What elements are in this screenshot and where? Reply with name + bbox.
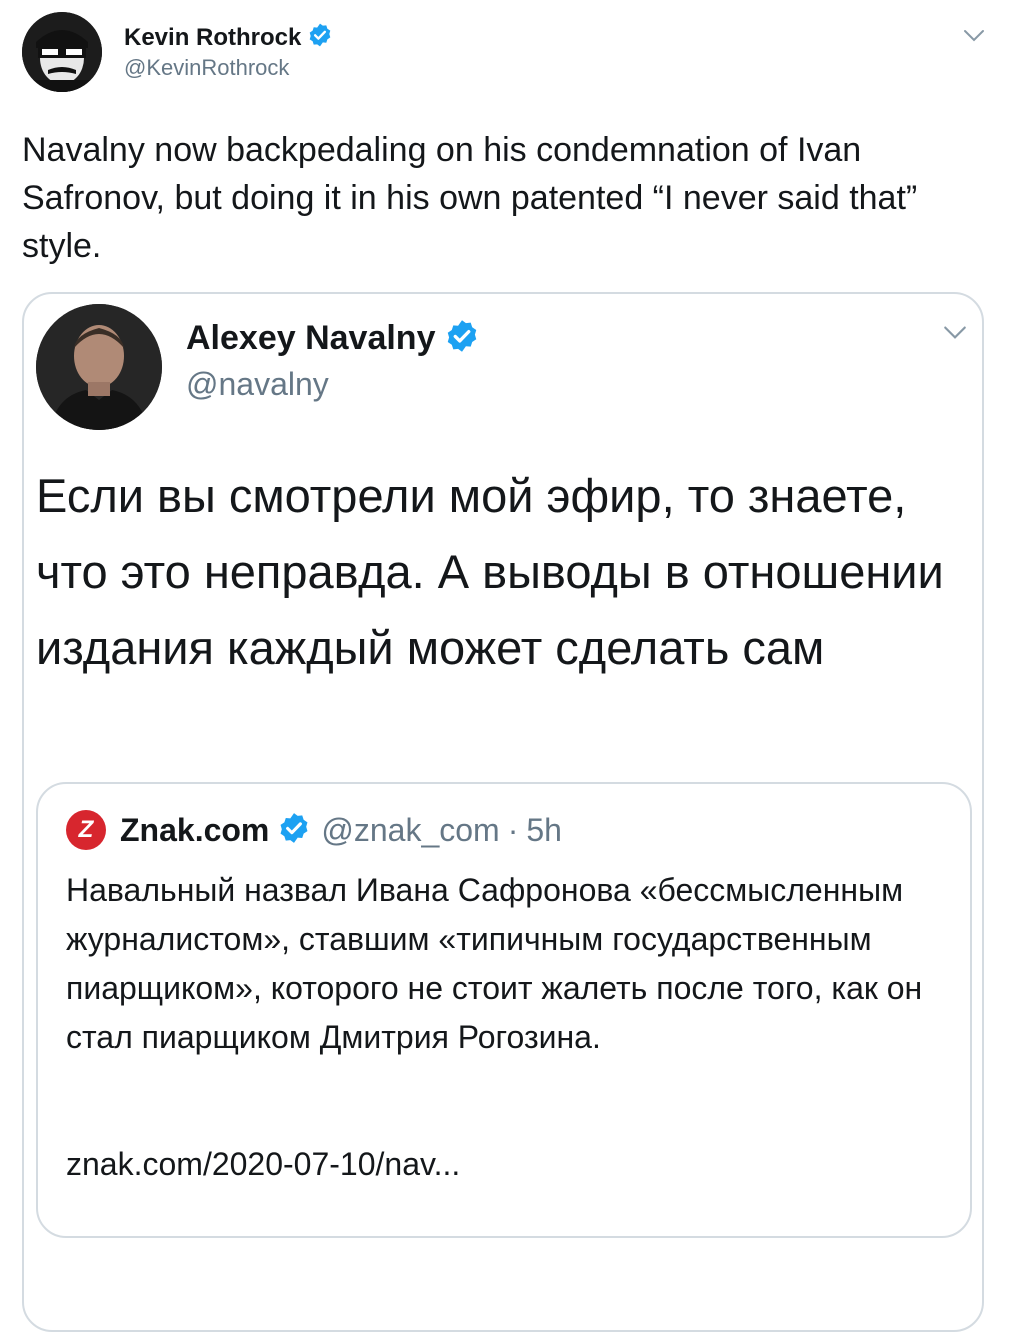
author-name-row[interactable]: Kevin Rothrock bbox=[124, 22, 333, 53]
tweet: Kevin Rothrock @KevinRothrock Navalny no… bbox=[0, 0, 1010, 1332]
quoted-author-name-row[interactable]: Alexey Navalny bbox=[186, 318, 480, 359]
chevron-down-icon[interactable] bbox=[962, 28, 986, 49]
avatar[interactable] bbox=[22, 12, 102, 92]
quoted-avatar[interactable] bbox=[36, 304, 162, 430]
verified-badge-icon bbox=[307, 22, 333, 53]
quoted-author-handle[interactable]: @navalny bbox=[186, 366, 329, 403]
znak-logo-icon: Z bbox=[66, 810, 106, 850]
quoted-author-name[interactable]: Alexey Navalny bbox=[186, 319, 436, 358]
verified-badge-icon bbox=[444, 318, 480, 359]
timestamp[interactable]: 5h bbox=[526, 812, 562, 849]
tweet-text: Navalny now backpedaling on his condemna… bbox=[22, 131, 918, 265]
nested-quoted-text: Навальный назвал Ивана Сафронова «бессмы… bbox=[66, 872, 923, 1055]
nested-author-handle[interactable]: @znak_com bbox=[321, 812, 499, 849]
nested-quoted-header: Z Znak.com @znak_com · 5h bbox=[66, 810, 562, 850]
article-link[interactable]: znak.com/2020-07-10/nav... bbox=[66, 1146, 460, 1183]
author-name[interactable]: Kevin Rothrock bbox=[124, 24, 301, 52]
separator-dot: · bbox=[507, 811, 519, 848]
nested-author-name[interactable]: Znak.com bbox=[120, 812, 269, 849]
quoted-tweet-text: Если вы смотрели мой эфир, то знаете, чт… bbox=[36, 469, 944, 674]
verified-badge-icon bbox=[277, 811, 311, 850]
author-handle[interactable]: @KevinRothrock bbox=[124, 55, 289, 81]
quoted-avatar-image bbox=[36, 304, 162, 430]
nested-quoted-tweet[interactable]: Z Znak.com @znak_com · 5h Навальный назв… bbox=[36, 782, 972, 1238]
avatar-image bbox=[22, 12, 102, 92]
quoted-tweet-card[interactable]: Alexey Navalny @navalny Если вы смотрели… bbox=[22, 292, 984, 1332]
chevron-down-icon[interactable] bbox=[942, 324, 968, 347]
